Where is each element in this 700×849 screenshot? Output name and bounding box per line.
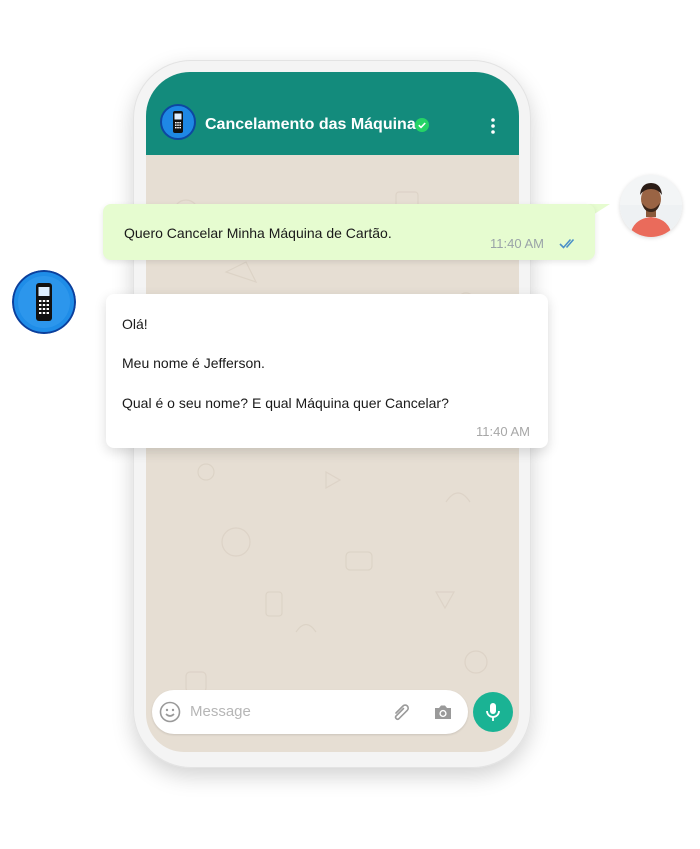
read-ticks-icon: [559, 238, 575, 249]
user-avatar[interactable]: [620, 175, 682, 237]
incoming-message[interactable]: Olá! Meu nome é Jefferson. Qual é o seu …: [106, 294, 548, 448]
chat-header: Cancelamento das Máquinas: [146, 72, 519, 155]
phone-icon: [173, 111, 183, 133]
message-time: 11:40 AM: [490, 236, 544, 251]
message-line: Olá!: [122, 316, 148, 332]
verified-icon: [415, 118, 429, 132]
contact-name[interactable]: Cancelamento das Máquinas: [205, 116, 425, 134]
mic-button[interactable]: [473, 692, 513, 732]
more-icon[interactable]: [483, 116, 503, 136]
emoji-icon[interactable]: [159, 701, 181, 723]
mic-icon: [486, 703, 500, 721]
message-input[interactable]: Message: [190, 703, 251, 720]
message-input-bar[interactable]: Message: [152, 690, 468, 734]
contact-avatar[interactable]: [160, 104, 196, 140]
camera-icon[interactable]: [432, 701, 454, 723]
attach-icon[interactable]: [390, 701, 412, 723]
outgoing-message[interactable]: Quero Cancelar Minha Máquina de Cartão. …: [103, 204, 595, 260]
message-time: 11:40 AM: [476, 424, 530, 439]
bot-avatar[interactable]: [12, 270, 76, 334]
message-text: Quero Cancelar Minha Máquina de Cartão.: [124, 225, 392, 241]
message-line: Qual é o seu nome? E qual Máquina quer C…: [122, 395, 449, 411]
message-line: Meu nome é Jefferson.: [122, 355, 265, 371]
